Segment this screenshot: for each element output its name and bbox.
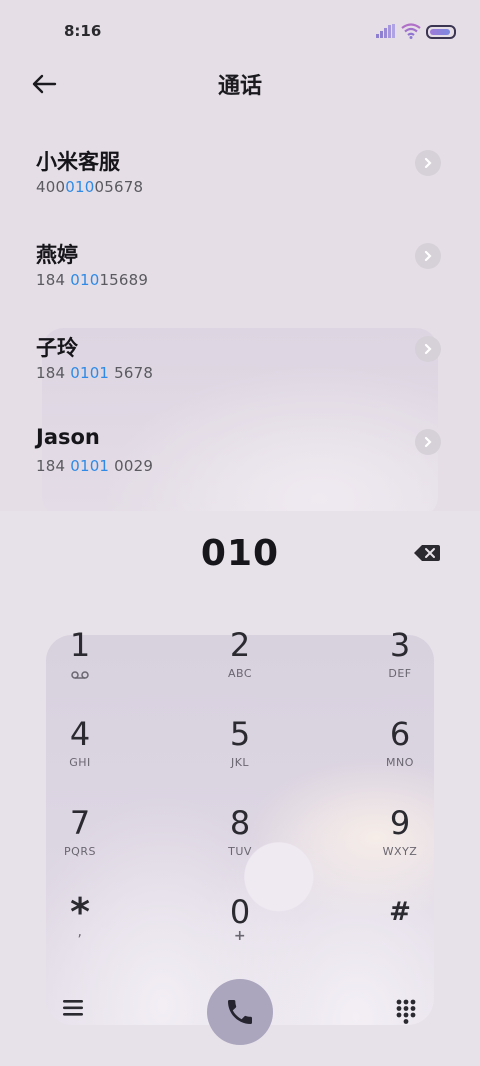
key-letters: PQRS [64, 845, 96, 858]
key-letters: + [233, 928, 247, 944]
call-button[interactable] [207, 979, 273, 1045]
dialpad-toggle-button[interactable] [396, 999, 418, 1025]
contact-number: 184 0101 5678 [36, 364, 154, 382]
key-2[interactable]: 2 ABC [190, 621, 290, 701]
menu-icon [63, 1000, 83, 1016]
contact-item[interactable]: 燕婷 184 01015689 [0, 233, 480, 326]
contact-number: 40001005678 [36, 178, 144, 196]
contact-details-button[interactable] [415, 243, 441, 269]
status-bar: 8:16 [0, 0, 480, 62]
key-digit: 0 [229, 893, 251, 931]
contact-name: 子玲 [36, 336, 78, 360]
key-3[interactable]: 3 DEF [350, 621, 450, 701]
key-letters: WXYZ [382, 845, 418, 858]
phone-icon [228, 1000, 252, 1024]
key-8[interactable]: 8 TUV [190, 799, 290, 879]
key-5[interactable]: 5 JKL [190, 710, 290, 790]
contact-item[interactable]: 小米客服 40001005678 [0, 140, 480, 233]
key-6[interactable]: 6 MNO [350, 710, 450, 790]
key-hash[interactable]: # [350, 888, 450, 968]
key-digit: 6 [389, 715, 411, 753]
key-digit: 2 [229, 626, 251, 664]
dialer-action-bar [0, 979, 480, 1049]
menu-button[interactable] [62, 999, 86, 1019]
battery-icon [426, 25, 456, 39]
backspace-icon [414, 545, 440, 561]
key-digit: 8 [229, 804, 251, 842]
wifi-icon [401, 23, 421, 39]
key-digit: # [389, 897, 411, 927]
contact-item[interactable]: Jason 184 0101 0029 [0, 419, 480, 512]
header: 通话 [0, 62, 480, 106]
key-0[interactable]: 0 + [190, 888, 290, 968]
key-letters: GHI [69, 756, 91, 769]
key-letters: , [77, 924, 83, 940]
key-7[interactable]: 7 PQRS [30, 799, 130, 879]
contact-number: 184 0101 0029 [36, 457, 154, 475]
key-digit: 4 [69, 715, 91, 753]
key-digit: 7 [69, 804, 91, 842]
status-time: 8:16 [64, 22, 102, 40]
key-star[interactable]: * , [30, 888, 130, 968]
key-digit: 9 [389, 804, 411, 842]
contact-item[interactable]: 子玲 184 0101 5678 [0, 326, 480, 419]
chevron-right-icon [424, 250, 432, 262]
contact-details-button[interactable] [415, 429, 441, 455]
chevron-right-icon [424, 157, 432, 169]
key-letters: ABC [227, 667, 253, 680]
dialer-panel: 010 1 2 ABC 3 DEF 4 GHI 5 JKL 6 MNO 7 PQ… [0, 511, 480, 1066]
contact-number: 184 01015689 [36, 271, 149, 289]
signal-icon [376, 24, 395, 38]
voicemail-icon [71, 671, 89, 679]
key-letters: MNO [386, 756, 414, 769]
contact-details-button[interactable] [415, 150, 441, 176]
key-digit: 5 [229, 715, 251, 753]
dialed-number[interactable]: 010 [0, 533, 480, 574]
key-9[interactable]: 9 WXYZ [350, 799, 450, 879]
contact-name: 小米客服 [36, 150, 120, 174]
contact-name: 燕婷 [36, 243, 78, 267]
chevron-right-icon [424, 343, 432, 355]
key-letters: TUV [228, 845, 252, 858]
contact-name: Jason [36, 425, 100, 449]
key-1[interactable]: 1 [30, 621, 130, 701]
contact-list: 小米客服 40001005678 燕婷 184 01015689 子玲 184 … [0, 140, 480, 512]
key-digit: 3 [389, 626, 411, 664]
contact-details-button[interactable] [415, 336, 441, 362]
backspace-button[interactable] [413, 543, 441, 563]
key-letters: DEF [388, 667, 412, 680]
key-digit: 1 [69, 626, 91, 664]
chevron-right-icon [424, 436, 432, 448]
key-letters: JKL [230, 756, 250, 769]
dialpad-icon [396, 999, 416, 1024]
key-4[interactable]: 4 GHI [30, 710, 130, 790]
page-title: 通话 [217, 74, 262, 99]
